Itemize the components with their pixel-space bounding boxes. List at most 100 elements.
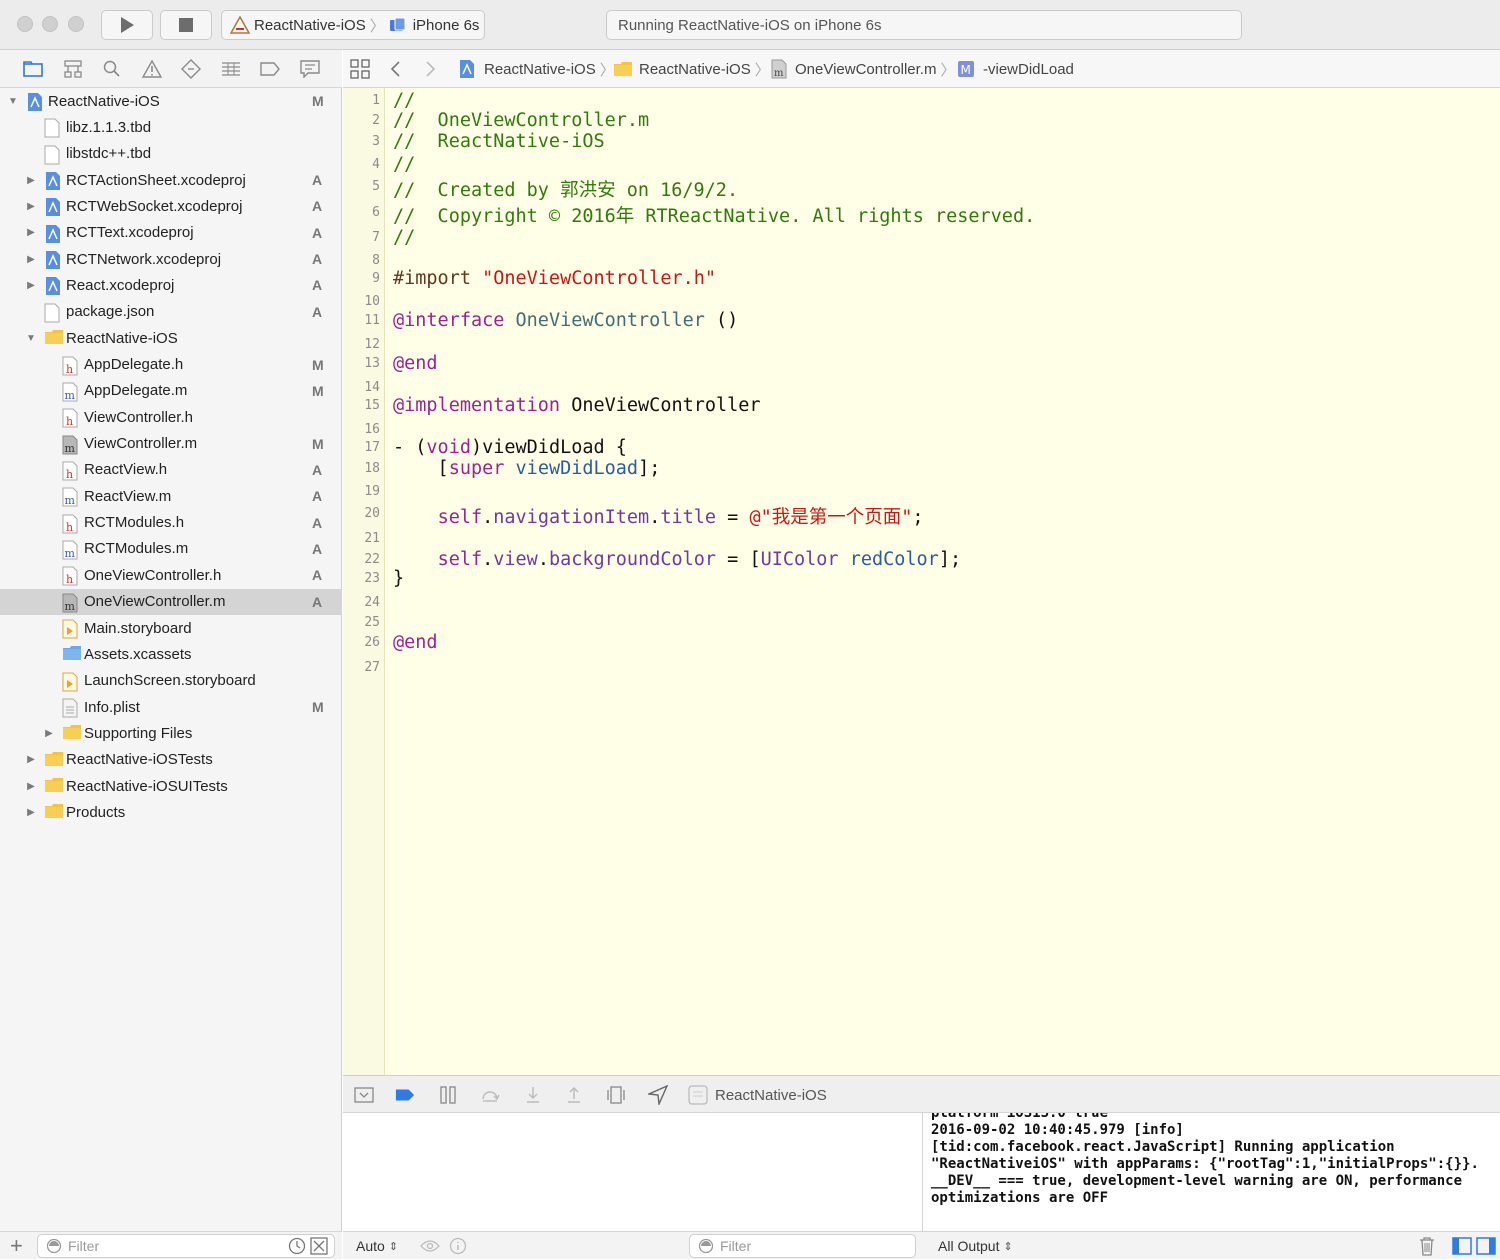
disclosure-closed-icon[interactable]: ▶ [25,279,37,291]
step-out-icon[interactable] [564,1085,584,1105]
file-tree-row[interactable]: ▶ RCTActionSheet.xcodeproj A [0,167,342,193]
disclosure-closed-icon[interactable]: ▶ [43,727,55,739]
code-line[interactable]: [super viewDidLoad]; [393,458,661,479]
search-icon[interactable] [101,58,123,80]
file-tree-row[interactable]: h ReactView.h A [0,457,342,483]
code-line[interactable]: @end [393,632,438,653]
code-line[interactable]: @interface OneViewController () [393,310,738,331]
code-line[interactable]: // OneViewController.m [393,110,649,131]
code-line[interactable]: // [393,90,415,111]
warning-icon[interactable] [141,58,163,80]
file-tree-row[interactable]: ▶ RCTNetwork.xcodeproj A [0,246,342,272]
stop-button[interactable] [160,10,212,40]
pause-icon[interactable] [438,1085,458,1105]
code-line[interactable]: // [393,154,415,175]
breadcrumb-method[interactable]: M -viewDidLoad [957,50,1074,88]
file-tree-row[interactable]: ▶ Products [0,799,342,825]
trash-icon[interactable] [1418,1236,1436,1256]
file-tree-row[interactable]: h OneViewController.h A [0,562,342,588]
code-line[interactable]: self.navigationItem.title = @"我是第一个页面"; [393,503,924,529]
breadcrumb-group[interactable]: ReactNative-iOS 〉 [613,50,770,88]
file-tree-row[interactable]: ▶ ReactNative-iOSUITests [0,773,342,799]
zoom-window-button[interactable] [68,16,84,32]
report-icon[interactable] [299,58,321,80]
file-tree-row[interactable]: libstdc++.tbd [0,141,342,167]
recent-files-icon[interactable] [288,1237,306,1255]
disclosure-closed-icon[interactable]: ▶ [25,780,37,792]
variables-view[interactable] [343,1113,923,1231]
code-line[interactable]: @implementation OneViewController [393,395,761,416]
disclosure-closed-icon[interactable]: ▶ [25,754,37,766]
eye-icon[interactable] [420,1239,440,1253]
breadcrumb-project[interactable]: ReactNative-iOS 〉 [458,50,615,88]
disclosure-closed-icon[interactable]: ▶ [25,174,37,186]
console-output-select[interactable]: All Output ⇕ [938,1232,1013,1260]
breadcrumb-file[interactable]: m OneViewController.m 〉 [771,50,955,88]
code-line[interactable]: // [393,227,415,248]
debug-icon[interactable] [220,58,242,80]
forward-arrow-icon[interactable] [425,50,437,88]
file-tree-row[interactable]: h AppDelegate.h M [0,352,342,378]
scm-filter-icon[interactable] [310,1237,328,1255]
file-tree-row[interactable]: m AppDelegate.m M [0,378,342,404]
disclosure-open-icon[interactable]: ▼ [7,95,19,107]
breakpoints-toggle-icon[interactable] [395,1085,415,1105]
file-tree-row[interactable]: libz.1.1.3.tbd [0,114,342,140]
step-into-icon[interactable] [523,1085,543,1105]
add-icon[interactable]: + [10,1235,23,1257]
code-line[interactable]: } [393,568,404,589]
file-tree-row[interactable]: Assets.xcassets [0,641,342,667]
code-line[interactable]: self.view.backgroundColor = [UIColor red… [393,549,962,570]
file-tree-row[interactable]: ▼ ReactNative-iOS M [0,88,342,114]
file-tree-row[interactable]: package.json A [0,299,342,325]
hide-debug-area-icon[interactable] [354,1085,374,1105]
file-tree-row[interactable]: LaunchScreen.storyboard [0,668,342,694]
location-icon[interactable] [648,1085,668,1105]
run-button[interactable] [101,10,153,40]
console-output[interactable]: platform iOS13.0 true 2016-09-02 10:40:4… [924,1113,1500,1231]
navigator-filter-input[interactable]: Filter [37,1234,335,1258]
variables-scope-select[interactable]: Auto ⇕ [356,1232,398,1260]
split-right-icon[interactable] [1476,1237,1496,1255]
file-tree-row[interactable]: m ReactView.m A [0,483,342,509]
file-tree-row[interactable]: h ViewController.h [0,404,342,430]
info-icon[interactable] [449,1237,467,1255]
hierarchy-icon[interactable] [62,58,84,80]
step-over-icon[interactable] [480,1085,500,1105]
file-tree-row[interactable]: h RCTModules.h A [0,510,342,536]
variables-filter-input[interactable]: Filter [689,1234,916,1258]
split-left-icon[interactable] [1452,1237,1472,1255]
file-tree-row[interactable]: ▶ RCTText.xcodeproj A [0,220,342,246]
file-tree-row[interactable]: m OneViewController.m A [0,588,342,615]
code-line[interactable]: - (void)viewDidLoad { [393,437,627,458]
file-tree-row[interactable]: ▶ React.xcodeproj A [0,272,342,298]
back-arrow-icon[interactable] [389,50,401,88]
code-line[interactable]: // Copyright © 2016年 RTReactNative. All … [393,202,1035,228]
code-line[interactable]: // Created by 郭洪安 on 16/9/2. [393,176,738,202]
file-tree-row[interactable]: Main.storyboard [0,615,342,641]
folder-icon[interactable] [22,58,44,80]
breakpoint-icon[interactable] [259,58,281,80]
file-tree-row[interactable]: ▼ ReactNative-iOS [0,325,342,351]
file-tree-row[interactable]: m ViewController.m M [0,431,342,457]
file-tree-row[interactable]: ▶ Supporting Files [0,720,342,746]
source-editor[interactable]: //// OneViewController.m// ReactNative-i… [386,88,1500,1075]
disclosure-closed-icon[interactable]: ▶ [25,227,37,239]
code-line[interactable]: #import "OneViewController.h" [393,268,716,289]
file-tree-row[interactable]: Info.plist M [0,694,342,720]
code-line[interactable]: // ReactNative-iOS [393,131,605,152]
file-tree-row[interactable]: ▶ RCTWebSocket.xcodeproj A [0,193,342,219]
disclosure-open-icon[interactable]: ▼ [25,332,37,344]
scheme-selector[interactable]: ReactNative-iOS 〉 iPhone 6s [221,10,485,40]
file-tree-row[interactable]: ▶ ReactNative-iOSTests [0,747,342,773]
test-icon[interactable] [180,58,202,80]
code-line[interactable]: @end [393,353,438,374]
minimize-window-button[interactable] [42,16,58,32]
view-hierarchy-icon[interactable] [606,1085,626,1105]
close-window-button[interactable] [17,16,33,32]
disclosure-closed-icon[interactable]: ▶ [25,200,37,212]
disclosure-closed-icon[interactable]: ▶ [25,806,37,818]
file-tree-row[interactable]: m RCTModules.m A [0,536,342,562]
disclosure-closed-icon[interactable]: ▶ [25,253,37,265]
related-items-icon[interactable] [350,50,370,88]
